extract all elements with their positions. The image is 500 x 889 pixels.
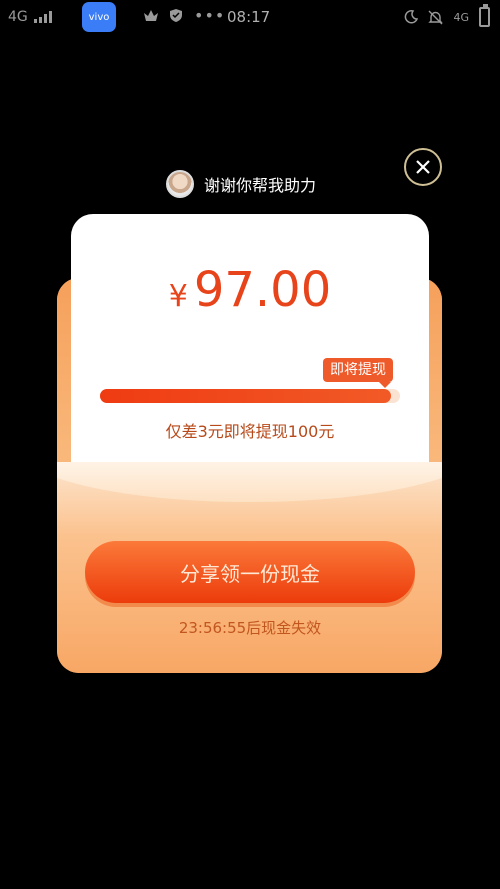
clock: 08:17 [227, 8, 271, 26]
amount-value: 97.00 [193, 262, 332, 318]
share-button[interactable]: 分享领一份现金 [85, 541, 415, 603]
close-button[interactable] [404, 148, 442, 186]
mute-bell-icon [428, 10, 444, 24]
status-right: 4G [404, 4, 490, 27]
avatar [166, 170, 194, 198]
countdown-text: 23:56:55后现金失效 [178, 619, 322, 637]
battery-icon [479, 4, 490, 27]
currency-symbol: ¥ [168, 279, 188, 314]
notification-icons: ••• [144, 5, 226, 25]
helper-row: 谢谢你帮我助力 [166, 170, 316, 198]
network-type-left: 4G [8, 9, 28, 25]
share-button-label: 分享领一份现金 [180, 561, 320, 586]
signal-icon [33, 11, 52, 23]
more-dots-icon: ••• [194, 5, 226, 25]
progress-hint: 仅差3元即将提现100元 [165, 422, 335, 441]
progress-tag: 即将提现 [323, 358, 393, 388]
status-left: 4G [8, 9, 52, 25]
status-bar: 4G vivo ••• 08:17 4G [0, 0, 500, 36]
progress-fill [100, 389, 391, 403]
cash-amount: ¥ 97.00 [0, 262, 500, 318]
network-type-right: 4G [453, 10, 469, 24]
vivo-app-icon[interactable]: vivo [82, 2, 116, 32]
crown-icon [144, 10, 158, 21]
cash-card [71, 214, 429, 494]
progress-bar [100, 389, 400, 403]
vivo-app-label: vivo [88, 11, 110, 23]
moon-icon [405, 10, 419, 24]
shield-icon [170, 9, 182, 22]
helper-text: 谢谢你帮我助力 [204, 176, 317, 195]
close-icon [416, 160, 430, 174]
